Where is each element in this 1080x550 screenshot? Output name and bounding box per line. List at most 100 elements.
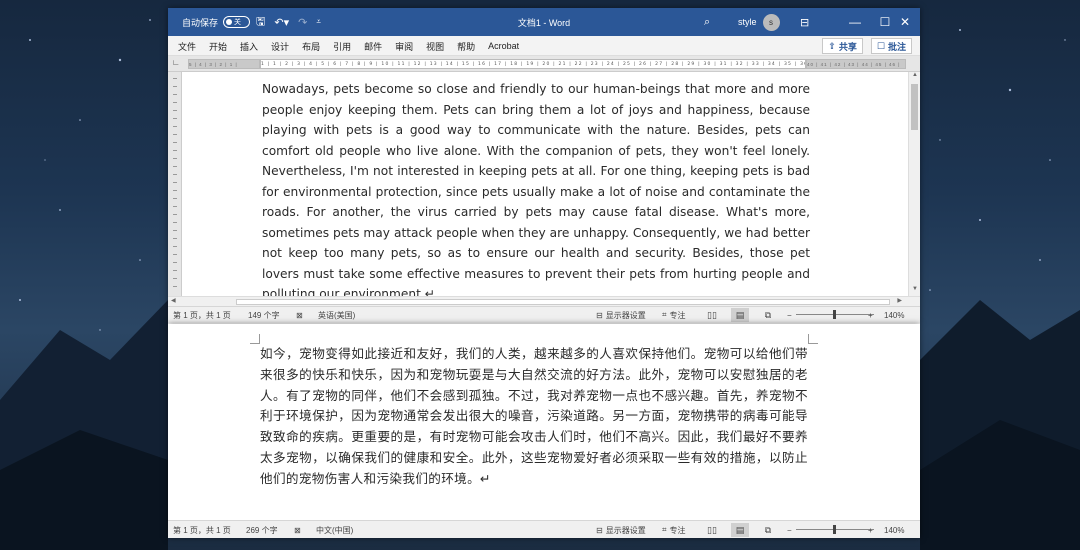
toggle-dot [226,19,233,25]
ruler-tick [173,102,177,103]
ruler-tick [173,270,177,271]
display-settings-icon: ⊟ [596,525,603,535]
zoom-in-icon[interactable]: + [868,307,873,323]
minimize-icon[interactable]: — [840,8,870,36]
hscroll-thumb[interactable] [236,299,890,305]
language[interactable]: 中文(中国) [316,521,353,539]
ruler-tick [173,166,177,167]
zoom-out-icon[interactable]: − [787,307,792,323]
zoom-slider-thumb[interactable] [833,310,836,319]
page-count[interactable]: 第 1 页，共 1 页 [173,307,231,323]
zoom-level[interactable]: 140% [884,307,904,323]
ribbon-tab[interactable]: 设计 [271,40,289,53]
zoom-out-icon[interactable]: − [787,521,792,539]
ribbon-tab[interactable]: 文件 [178,40,196,53]
horizontal-ruler[interactable]: ∟ 5 | 4 | 3 | 2 | 1 | 1 | 1 | 2 | 3 | 4 … [168,56,920,72]
vertical-scrollbar[interactable]: ▲ ▼ [908,72,920,296]
display-settings-button[interactable]: ⊟ 显示器设置 [596,307,646,323]
title-bar: 自动保存 关 🖫 ↶▾ ↷ ⩡ 文档1 - Word ⌕ style s ⊟ —… [168,8,920,36]
avatar[interactable]: s [762,13,780,31]
tab-selector-icon[interactable]: ∟ [172,58,182,69]
ruler-right-margin: 40 | 41 | 42 | 43 | 44 | 45 | 46 | [806,59,906,69]
comment-icon: ☐ [876,40,885,51]
vertical-ruler[interactable] [168,72,182,296]
customize-icon[interactable]: ⩡ [316,17,321,27]
print-layout-icon[interactable]: ▤ [731,308,749,322]
autosave-control[interactable]: 自动保存 关 [182,8,251,36]
scroll-thumb[interactable] [911,84,918,130]
web-layout-icon[interactable]: ⧉ [759,308,777,322]
ribbon-display-icon[interactable]: ⊟ [800,8,809,36]
display-settings-button[interactable]: ⊟ 显示器设置 [596,521,646,539]
save-icon[interactable]: 🖫 [256,13,265,32]
undo-icon[interactable]: ↶▾ [274,16,289,29]
read-mode-icon[interactable]: ▯▯ [703,523,721,537]
scroll-up-icon[interactable]: ▲ [909,72,921,82]
zoom-slider-thumb[interactable] [833,525,836,534]
web-layout-icon[interactable]: ⧉ [759,523,777,537]
proofing-icon[interactable]: ⊠ [296,307,303,323]
horizontal-scrollbar[interactable]: ◀ ▶ [168,296,920,306]
word-window-chinese: 如今，宠物变得如此接近和友好，我们的人类，越来越多的人喜欢保持他们。宠物可以给他… [168,324,920,538]
ruler-text-area: 1 | 1 | 2 | 3 | 4 | 5 | 6 | 7 | 8 | 9 | … [260,59,806,69]
redo-icon[interactable]: ↷ [298,16,307,29]
ruler-tick [173,174,177,175]
print-layout-icon[interactable]: ▤ [731,523,749,537]
document-title: 文档1 - Word [517,17,571,28]
scroll-down-icon[interactable]: ▼ [909,286,921,296]
ruler-tick [173,230,177,231]
ribbon-tabs: 文件 开始 插入 设计 布局 引用 邮件 审阅 视图 帮助 Acrobat ⇪ 共享 ☐ 批注 [168,36,920,56]
zoom-level[interactable]: 140% [884,521,904,539]
status-bar: 第 1 页，共 1 页 269 个字 ⊠ 中文(中国) ⊟ 显示器设置 ⌗ 专注 ▯… [168,520,920,538]
focus-button[interactable]: ⌗ 专注 [662,521,686,539]
ruler-tick [173,190,177,191]
zoom-in-icon[interactable]: + [868,521,873,539]
ruler-tick [173,246,177,247]
ruler-tick [173,142,177,143]
language[interactable]: 英语(美国) [318,307,355,323]
ribbon-tab[interactable]: 开始 [209,40,227,53]
document-page[interactable]: Nowadays, pets become so close and frien… [182,72,908,296]
comments-button[interactable]: ☐ 批注 [870,38,912,54]
focus-button[interactable]: ⌗ 专注 [662,307,686,323]
ruler-tick [173,150,177,151]
ruler-tick [173,206,177,207]
ruler-tick [173,134,177,135]
ribbon-tab[interactable]: 视图 [426,40,444,53]
ribbon-tab[interactable]: 插入 [240,40,258,53]
ribbon-tab[interactable]: Acrobat [488,41,519,51]
word-count[interactable]: 149 个字 [248,307,280,323]
page-count[interactable]: 第 1 页，共 1 页 [173,521,231,539]
proofing-icon[interactable]: ⊠ [294,521,301,539]
display-settings-label: 显示器设置 [605,310,646,320]
scroll-left-icon[interactable]: ◀ [171,297,176,304]
ribbon-tab[interactable]: 审阅 [395,40,413,53]
share-button[interactable]: ⇪ 共享 [822,38,863,54]
ribbon-tab[interactable]: 布局 [302,40,320,53]
autosave-toggle[interactable]: 关 [223,16,251,28]
search-icon[interactable]: ⌕ [704,8,710,36]
document-body-text[interactable]: Nowadays, pets become so close and frien… [262,79,810,296]
document-body-text[interactable]: 如今，宠物变得如此接近和友好，我们的人类，越来越多的人喜欢保持他们。宠物可以给他… [260,344,808,490]
ruler-tick [173,182,177,183]
margin-corner-mark [250,334,260,344]
read-mode-icon[interactable]: ▯▯ [703,308,721,322]
autosave-label: 自动保存 [182,17,219,28]
focus-icon: ⌗ [662,310,667,319]
scroll-right-icon[interactable]: ▶ [897,297,902,304]
user-account[interactable]: style s [738,8,780,36]
focus-label: 专注 [669,310,686,320]
display-settings-label: 显示器设置 [605,525,646,535]
ribbon-tab[interactable]: 帮助 [457,40,475,53]
word-count[interactable]: 269 个字 [246,521,278,539]
ribbon-tab[interactable]: 邮件 [364,40,382,53]
ruler-left-margin: 5 | 4 | 3 | 2 | 1 | [188,59,260,69]
ruler-tick [173,238,177,239]
close-icon[interactable]: ✕ [890,8,920,36]
ruler-tick [173,198,177,199]
user-name: style [738,17,757,27]
ribbon-tab[interactable]: 引用 [333,40,351,53]
document-page[interactable]: 如今，宠物变得如此接近和友好，我们的人类，越来越多的人喜欢保持他们。宠物可以给他… [168,324,920,520]
focus-icon: ⌗ [662,525,667,534]
ruler-tick [173,262,177,263]
